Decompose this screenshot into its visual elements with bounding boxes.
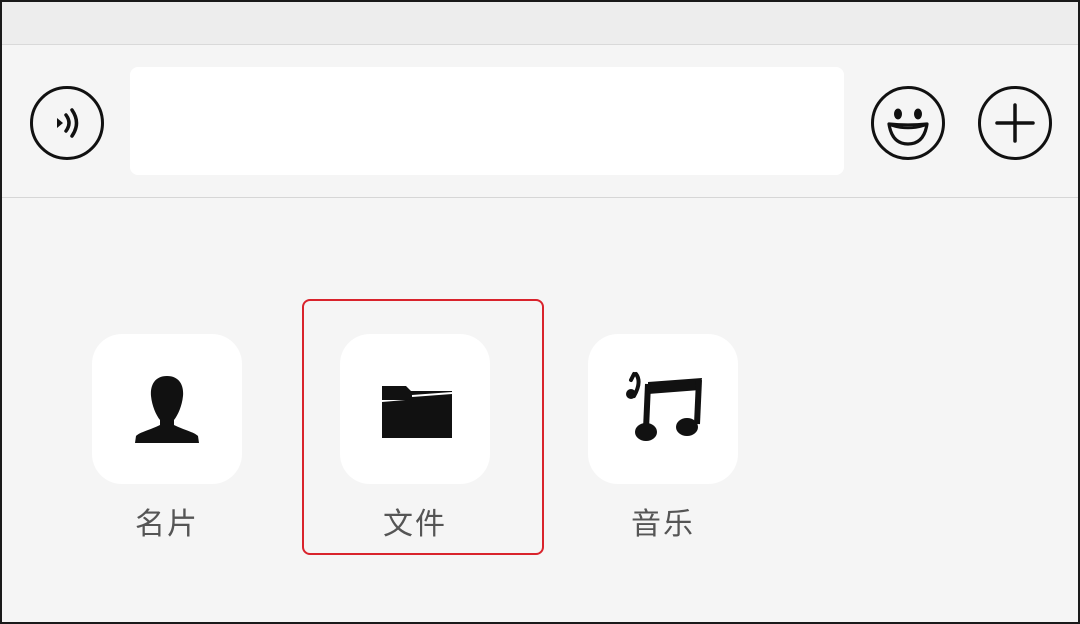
more-options-button[interactable] <box>978 86 1052 160</box>
voice-input-button[interactable] <box>30 86 104 160</box>
tile-label: 音乐 <box>631 507 695 542</box>
music-note-icon <box>626 372 702 441</box>
contact-card-tile-icon <box>92 334 242 484</box>
plus-icon <box>995 103 1035 143</box>
attachment-panel: 名片 文件 音乐 <box>2 198 1078 622</box>
emoji-button[interactable] <box>871 86 945 160</box>
tile-label: 名片 <box>135 507 199 542</box>
voice-icon <box>57 108 79 138</box>
music-tile-icon <box>588 334 738 484</box>
top-strip <box>2 2 1078 45</box>
chat-compose-panel: 名片 文件 音乐 <box>0 0 1080 624</box>
input-bar <box>2 45 1078 198</box>
contact-card-icon <box>135 376 199 443</box>
smiley-icon <box>887 108 929 146</box>
selection-highlight <box>302 299 544 555</box>
message-input[interactable] <box>130 67 844 175</box>
